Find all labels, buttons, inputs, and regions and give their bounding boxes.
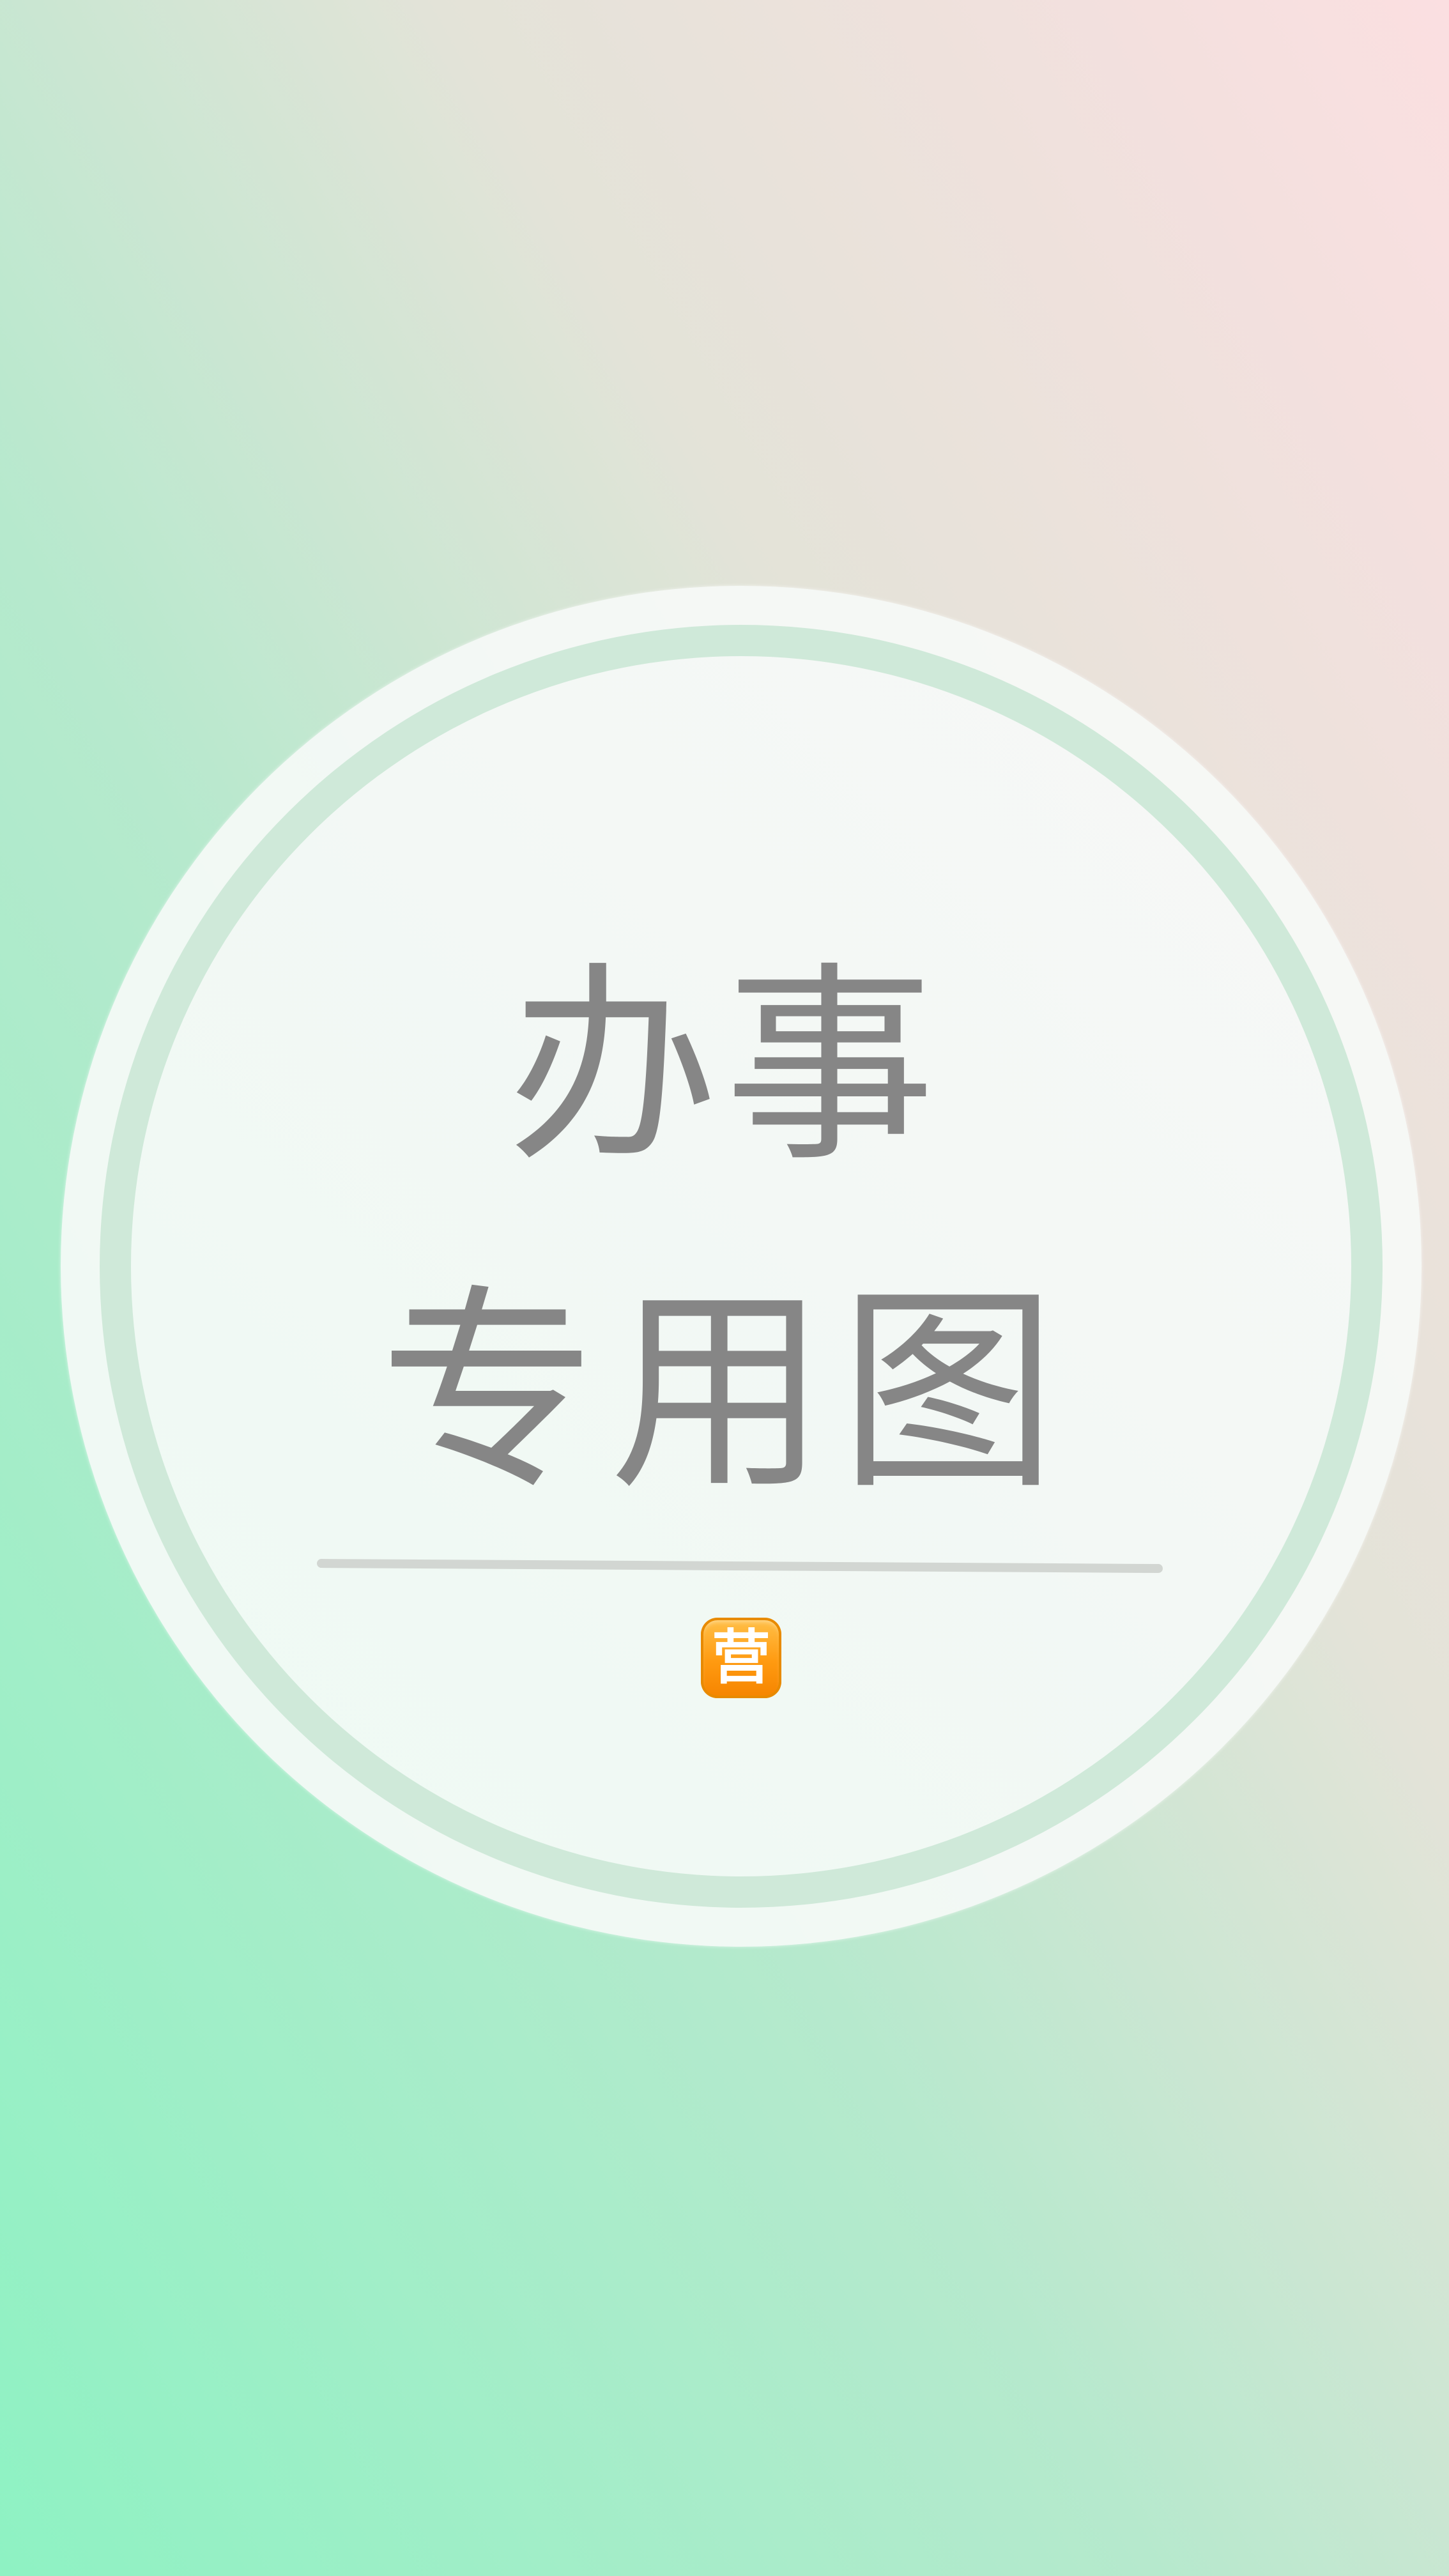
title-line-2: 专用图 (379, 1266, 1070, 1519)
business-open-emoji-icon: 营 (701, 1618, 781, 1698)
title-line-1: 办事 (507, 944, 942, 1190)
